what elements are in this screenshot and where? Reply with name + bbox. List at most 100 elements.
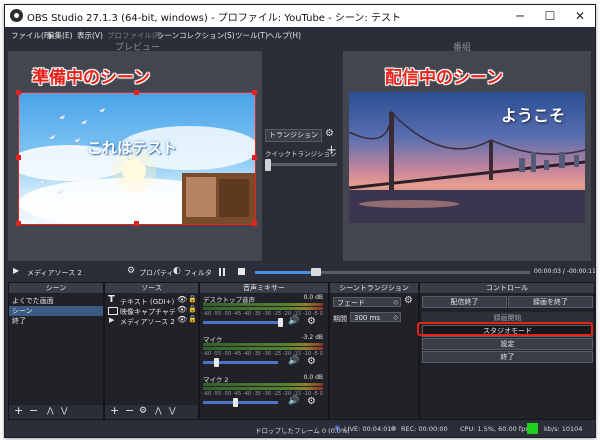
scene-item[interactable]: よくでた画面: [12, 296, 54, 306]
duration-value: 300 ms: [354, 314, 381, 322]
volume-meter: [203, 307, 323, 310]
scene-item[interactable]: シーン: [12, 306, 33, 316]
resize-handle[interactable]: [252, 221, 257, 226]
resize-handle[interactable]: [252, 90, 257, 95]
settings-button[interactable]: 設定: [422, 338, 593, 350]
source-label: メディアソース 2: [120, 318, 175, 326]
spinner-icon[interactable]: ◇: [393, 313, 398, 323]
menu-edit[interactable]: 編集(E): [47, 30, 73, 41]
resize-handle[interactable]: [134, 90, 139, 95]
remove-icon[interactable]: −: [125, 404, 134, 417]
transition-slider-handle[interactable]: [265, 159, 271, 171]
menu-help[interactable]: ヘルプ(H): [267, 30, 301, 41]
resize-handle[interactable]: [16, 155, 21, 160]
resize-handle[interactable]: [16, 90, 21, 95]
menu-scene-collection[interactable]: シーンコレクション(S): [157, 30, 235, 41]
gear-icon[interactable]: ⚙: [325, 128, 334, 139]
play-icon: ▶: [109, 316, 115, 324]
volume-slider-handle[interactable]: [278, 318, 283, 327]
source-item[interactable]: ▶ メディアソース 2 👁 🔒: [107, 315, 197, 326]
scale-tick: -60: [203, 351, 212, 357]
gear-icon[interactable]: ⚙: [307, 396, 316, 407]
move-down-icon[interactable]: ⋁: [61, 406, 68, 415]
meter-scale: -60 -55 -50 -45 -40 -35 -30 -25 -20 -15 -10 -5 0: [203, 391, 323, 397]
scale-tick: -25: [272, 351, 282, 357]
media-progress-track[interactable]: [255, 271, 530, 274]
menu-file[interactable]: ファイル(F): [11, 30, 51, 41]
gear-icon[interactable]: ⚙: [127, 266, 135, 276]
obs-window: OBS Studio 27.1.3 (64-bit, windows) - プロ…: [4, 4, 596, 438]
volume-slider-track[interactable]: [203, 321, 278, 324]
lock-icon[interactable]: 🔒: [188, 315, 197, 323]
eye-icon[interactable]: 👁: [177, 315, 187, 324]
scale-tick: -30: [262, 391, 272, 397]
duration-label: 期間: [333, 315, 347, 323]
resize-handle[interactable]: [134, 221, 139, 226]
transition-select[interactable]: フェード ◇: [333, 297, 401, 307]
filters-button[interactable]: フィルタ: [184, 268, 212, 278]
properties-button[interactable]: プロパティ: [139, 268, 174, 278]
scene-transitions-dock: シーントランジション フェード ◇ ⚙ 期間 300 ms ◇: [329, 282, 419, 420]
media-progress-handle[interactable]: [311, 268, 321, 276]
pause-icon[interactable]: [219, 268, 221, 276]
scale-tick: -45: [232, 311, 242, 317]
volume-slider-track[interactable]: [203, 401, 278, 404]
preview-canvas[interactable]: これはテスト: [18, 92, 256, 225]
move-up-icon[interactable]: ⋀: [155, 406, 162, 415]
transition-button[interactable]: トランジション: [265, 129, 322, 142]
close-button[interactable]: ✕: [565, 5, 595, 27]
filter-icon[interactable]: ◐: [173, 266, 181, 276]
scene-item[interactable]: 終了: [12, 316, 26, 326]
menu-tools[interactable]: ツール(T): [235, 30, 268, 41]
scale-tick: -50: [222, 391, 232, 397]
preview-annotation: 準備中のシーン: [32, 68, 151, 88]
controls-dock: コントロール 配信終了 録画を終了 録画開始 スタジオモード 設定 終了: [417, 282, 595, 420]
rec-time: REC: 00:00:00: [401, 425, 448, 433]
transition-select-value: フェード: [337, 299, 365, 307]
minimize-button[interactable]: ─: [505, 5, 535, 27]
obs-logo-icon: [10, 9, 23, 22]
gear-icon[interactable]: ⚙: [404, 295, 413, 306]
scale-tick: -35: [252, 391, 262, 397]
speaker-icon[interactable]: 🔊: [288, 356, 299, 366]
gear-icon[interactable]: ⚙: [139, 406, 147, 416]
lock-icon[interactable]: 🔒: [188, 295, 197, 303]
meter-scale: -60 -55 -50 -45 -40 -35 -30 -25 -20 -15 -10 -5 0: [203, 351, 323, 357]
gear-icon[interactable]: ⚙: [307, 356, 316, 367]
preview-pane: 準備中のシーン これはテスト: [8, 51, 262, 261]
lock-icon[interactable]: 🔒: [188, 305, 197, 313]
pause-icon[interactable]: [223, 268, 225, 276]
sources-header: ソース: [105, 283, 198, 293]
remove-icon[interactable]: −: [29, 404, 38, 417]
move-down-icon[interactable]: ⋁: [169, 406, 176, 415]
chevron-down-icon: ◇: [393, 299, 398, 306]
stop-streaming-button[interactable]: 配信終了: [422, 296, 507, 308]
scale-tick: -55: [212, 391, 222, 397]
menu-view[interactable]: 表示(V): [77, 30, 103, 41]
program-overlay-text: ようこそ: [501, 106, 566, 125]
play-icon[interactable]: ▶: [13, 266, 19, 275]
volume-slider-handle[interactable]: [214, 358, 219, 367]
volume-meter: [203, 387, 323, 390]
add-icon[interactable]: +: [14, 404, 23, 417]
move-up-icon[interactable]: ⋀: [47, 406, 54, 415]
speaker-icon[interactable]: 🔊: [288, 316, 299, 326]
gear-icon[interactable]: ⚙: [307, 316, 316, 327]
add-icon[interactable]: +: [110, 404, 119, 417]
status-bar: ドロップしたフレーム 0 (0.0%) ◉ LIVE: 00:04:01 REC…: [5, 421, 595, 437]
stop-icon[interactable]: [238, 268, 245, 275]
duration-input[interactable]: 300 ms ◇: [350, 312, 401, 322]
speaker-icon[interactable]: 🔊: [288, 396, 299, 406]
resize-handle[interactable]: [252, 155, 257, 160]
track-db: -3.2 dB: [301, 334, 323, 341]
eye-icon[interactable]: 👁: [177, 305, 187, 314]
scale-tick: 0: [319, 351, 323, 357]
exit-button[interactable]: 終了: [422, 351, 593, 363]
eye-icon[interactable]: 👁: [177, 295, 187, 304]
scale-tick: -30: [262, 351, 272, 357]
volume-slider-handle[interactable]: [233, 398, 238, 407]
stop-recording-button[interactable]: 録画を終了: [508, 296, 593, 308]
resize-handle[interactable]: [16, 221, 21, 226]
add-quick-transition-button[interactable]: +: [326, 143, 337, 158]
maximize-button[interactable]: ☐: [535, 5, 565, 27]
